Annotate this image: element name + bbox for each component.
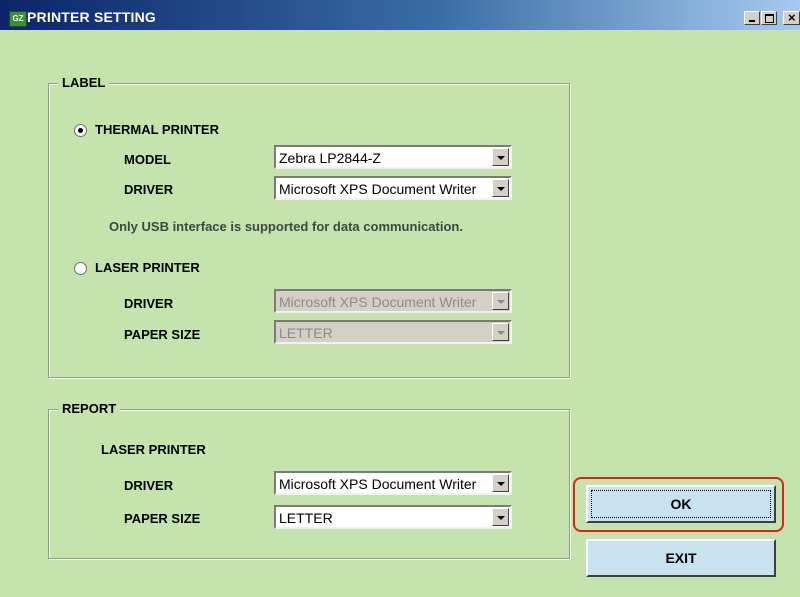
- laser-paper-label: PAPER SIZE: [124, 327, 201, 342]
- report-paper-select[interactable]: LETTER: [274, 505, 512, 529]
- report-group: REPORT LASER PRINTER DRIVER Microsoft XP…: [48, 401, 570, 559]
- laser-printer-radio[interactable]: [74, 262, 87, 275]
- app-icon: GZ: [9, 11, 27, 27]
- laser-printer-label[interactable]: LASER PRINTER: [95, 260, 200, 275]
- thermal-driver-select[interactable]: Microsoft XPS Document Writer: [274, 176, 512, 200]
- thermal-driver-value: Microsoft XPS Document Writer: [279, 181, 477, 197]
- thermal-model-value: Zebra LP2844-Z: [279, 150, 381, 166]
- printer-setting-window: GZ PRINTER SETTING × LABEL THERMAL PRINT…: [0, 0, 800, 597]
- report-subheading: LASER PRINTER: [101, 442, 206, 457]
- title-bar[interactable]: GZ PRINTER SETTING ×: [0, 0, 800, 30]
- window-title: PRINTER SETTING: [27, 9, 157, 25]
- laser-driver-select: Microsoft XPS Document Writer: [274, 289, 512, 313]
- report-driver-select[interactable]: Microsoft XPS Document Writer: [274, 471, 512, 495]
- maximize-icon[interactable]: [761, 11, 777, 25]
- ok-button-highlight: [573, 477, 784, 532]
- dropdown-arrow-icon: [492, 323, 509, 341]
- report-paper-label: PAPER SIZE: [124, 511, 201, 526]
- report-driver-label: DRIVER: [124, 478, 174, 493]
- thermal-printer-label[interactable]: THERMAL PRINTER: [95, 122, 219, 137]
- usb-note: Only USB interface is supported for data…: [109, 219, 463, 234]
- thermal-printer-radio[interactable]: [74, 124, 87, 137]
- label-group: LABEL THERMAL PRINTER MODEL Zebra LP2844…: [48, 75, 570, 378]
- label-group-legend: LABEL: [58, 75, 110, 90]
- report-group-legend: REPORT: [58, 401, 121, 416]
- minimize-icon[interactable]: [744, 11, 760, 25]
- laser-driver-label: DRIVER: [124, 296, 174, 311]
- thermal-driver-label: DRIVER: [124, 182, 174, 197]
- dropdown-arrow-icon: [492, 292, 509, 310]
- dropdown-arrow-icon[interactable]: [492, 148, 509, 166]
- dropdown-arrow-icon[interactable]: [492, 474, 509, 492]
- laser-paper-select: LETTER: [274, 320, 512, 344]
- dropdown-arrow-icon[interactable]: [492, 179, 509, 197]
- dropdown-arrow-icon[interactable]: [492, 508, 509, 526]
- laser-paper-value: LETTER: [279, 325, 333, 341]
- exit-button[interactable]: EXIT: [586, 539, 776, 577]
- close-icon[interactable]: ×: [783, 10, 800, 25]
- laser-driver-value: Microsoft XPS Document Writer: [279, 294, 477, 310]
- thermal-model-label: MODEL: [124, 152, 171, 167]
- thermal-model-select[interactable]: Zebra LP2844-Z: [274, 145, 512, 169]
- report-paper-value: LETTER: [279, 510, 333, 526]
- report-driver-value: Microsoft XPS Document Writer: [279, 476, 477, 492]
